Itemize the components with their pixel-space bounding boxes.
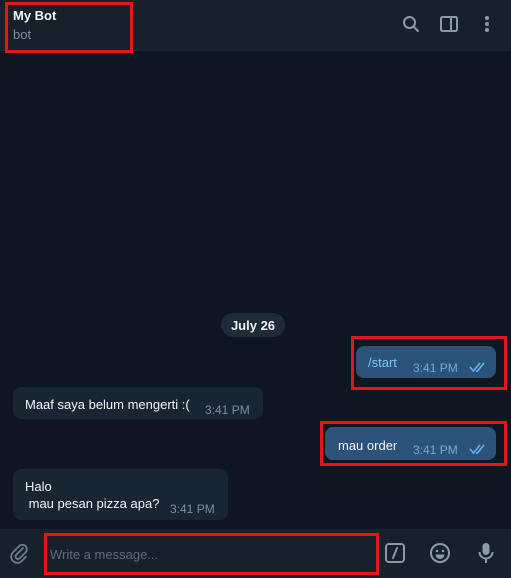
paperclip-icon[interactable] xyxy=(7,541,31,565)
message-time: 3:41 PM xyxy=(170,502,215,516)
message-time: 3:41 PM xyxy=(413,361,458,375)
message-text: mau order xyxy=(338,438,398,453)
chat-title: My Bot xyxy=(13,8,57,23)
search-icon[interactable] xyxy=(399,12,423,36)
emoji-icon[interactable] xyxy=(428,541,452,565)
more-vert-icon[interactable] xyxy=(475,12,499,36)
bot-commands-icon[interactable] xyxy=(383,541,407,565)
message-line: Halo xyxy=(25,479,52,494)
message-input-frame xyxy=(44,533,379,575)
message-time: 3:41 PM xyxy=(413,443,458,457)
chat-header: My Bot bot xyxy=(0,0,511,53)
message-incoming[interactable]: Maaf saya belum mengerti :( 3:41 PM xyxy=(13,387,263,419)
message-text: Maaf saya belum mengerti :( xyxy=(25,397,190,412)
microphone-icon[interactable] xyxy=(474,541,498,565)
sidebar-toggle-icon[interactable] xyxy=(437,12,461,36)
message-line: mau pesan pizza apa? xyxy=(25,496,160,511)
message-outgoing[interactable]: /start 3:41 PM xyxy=(356,346,496,378)
chat-subtitle: bot xyxy=(13,27,32,42)
read-check-icon xyxy=(469,360,489,377)
date-chip: July 26 xyxy=(221,313,285,337)
message-time: 3:41 PM xyxy=(205,403,250,417)
message-outgoing[interactable]: mau order 3:41 PM xyxy=(325,427,496,460)
message-input[interactable] xyxy=(47,536,376,572)
chat-title-area[interactable]: My Bot bot xyxy=(5,2,133,53)
message-incoming[interactable]: Halo mau pesan pizza apa? 3:41 PM xyxy=(13,469,228,520)
read-check-icon xyxy=(469,442,489,459)
message-text[interactable]: /start xyxy=(368,354,397,371)
